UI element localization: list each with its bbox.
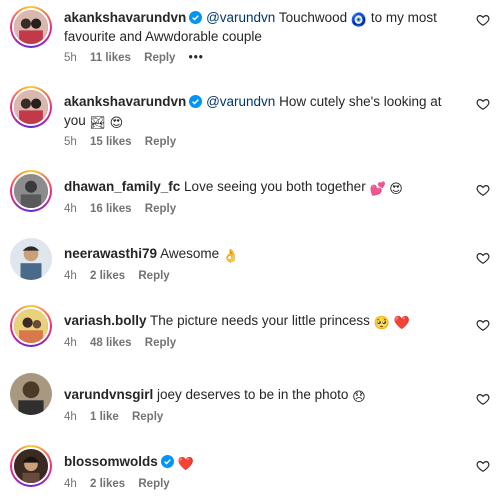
avatar[interactable] (10, 170, 52, 212)
username-link[interactable]: akankshavarundvn (64, 94, 186, 109)
comment-emoji: 🥺 ❤️ (373, 315, 410, 330)
heart-outline-icon[interactable] (476, 392, 490, 406)
likes-count[interactable]: 48 likes (90, 337, 132, 349)
comment-body: joey deserves to be in the photo (153, 387, 353, 402)
reply-button[interactable]: Reply (145, 337, 176, 349)
reply-button[interactable]: Reply (138, 478, 169, 490)
comment-meta: 5h 11 likes Reply ••• (64, 52, 214, 64)
avatar[interactable] (10, 445, 52, 487)
comment-time: 4h (64, 270, 77, 282)
likes-count[interactable]: 11 likes (90, 52, 131, 64)
comment-emoji: 🏞 😍 (89, 115, 124, 130)
username-link[interactable]: varundvnsgirl (64, 387, 153, 402)
more-options-icon[interactable]: ••• (189, 52, 204, 64)
comment-text: blossomwolds ❤️ (64, 452, 464, 471)
comment-text: dhawan_family_fc Love seeing you both to… (64, 177, 464, 196)
verified-badge-icon (189, 11, 203, 24)
reply-button[interactable]: Reply (132, 411, 163, 423)
likes-count[interactable]: 1 like (90, 411, 119, 423)
avatar[interactable] (10, 373, 52, 415)
comment-body: Love seeing you both together (180, 179, 370, 194)
reply-button[interactable]: Reply (145, 136, 176, 148)
mention-link[interactable]: @varundvn (206, 10, 275, 25)
comment-time: 5h (64, 136, 77, 148)
comment-time: 4h (64, 411, 77, 423)
comment-emoji: 👌 (222, 248, 240, 263)
comment-text: variash.bolly The picture needs your lit… (64, 311, 464, 330)
comment-meta: 5h 15 likes Reply (64, 136, 186, 148)
comment-meta: 4h 1 like Reply (64, 411, 173, 423)
likes-count[interactable]: 2 likes (90, 270, 125, 282)
comment-time: 4h (64, 337, 77, 349)
comment-meta: 4h 2 likes Reply (64, 270, 180, 282)
heart-outline-icon[interactable] (476, 251, 490, 265)
reply-button[interactable]: Reply (138, 270, 169, 282)
verified-badge-icon (189, 95, 203, 108)
username-link[interactable]: neerawasthi79 (64, 246, 157, 261)
heart-outline-icon[interactable] (476, 459, 490, 473)
reply-button[interactable]: Reply (145, 203, 176, 215)
comment-emoji: 💕 😍 (369, 181, 403, 196)
comment-text: neerawasthi79 Awesome 👌 (64, 244, 464, 263)
comment-body: Awesome (157, 246, 223, 261)
likes-count[interactable]: 15 likes (90, 136, 132, 148)
comment-emoji: 😞 (352, 389, 366, 404)
comment-body: The picture needs your little princess (146, 313, 374, 328)
username-link[interactable]: akankshavarundvn (64, 10, 186, 25)
comment-meta: 4h 16 likes Reply (64, 203, 186, 215)
mention-link[interactable]: @varundvn (206, 94, 275, 109)
heart-outline-icon[interactable] (476, 13, 490, 27)
comment-text: akankshavarundvn @varundvn Touchwood 🧿 t… (64, 8, 464, 46)
username-link[interactable]: dhawan_family_fc (64, 179, 180, 194)
comment-time: 4h (64, 478, 77, 490)
comment-text: varundvnsgirl joey deserves to be in the… (64, 385, 464, 404)
reply-button[interactable]: Reply (144, 52, 175, 64)
avatar[interactable] (10, 305, 52, 347)
heart-outline-icon[interactable] (476, 318, 490, 332)
comment-time: 5h (64, 52, 77, 64)
comment-meta: 4h 48 likes Reply (64, 337, 186, 349)
comment-emoji: ❤️ (177, 456, 194, 471)
username-link[interactable]: variash.bolly (64, 313, 147, 328)
avatar[interactable] (10, 86, 52, 128)
comment-text: akankshavarundvn @varundvn How cutely sh… (64, 92, 464, 130)
comment-body: Touchwood (275, 10, 351, 25)
heart-outline-icon[interactable] (476, 97, 490, 111)
heart-outline-icon[interactable] (476, 183, 490, 197)
verified-badge-icon (160, 455, 174, 468)
comment-time: 4h (64, 203, 77, 215)
avatar[interactable] (10, 6, 52, 48)
likes-count[interactable]: 2 likes (90, 478, 125, 490)
username-link[interactable]: blossomwolds (64, 454, 158, 469)
avatar[interactable] (10, 238, 52, 280)
comment-emoji: 🧿 (350, 12, 368, 27)
comment-meta: 4h 2 likes Reply (64, 478, 180, 490)
likes-count[interactable]: 16 likes (90, 203, 132, 215)
